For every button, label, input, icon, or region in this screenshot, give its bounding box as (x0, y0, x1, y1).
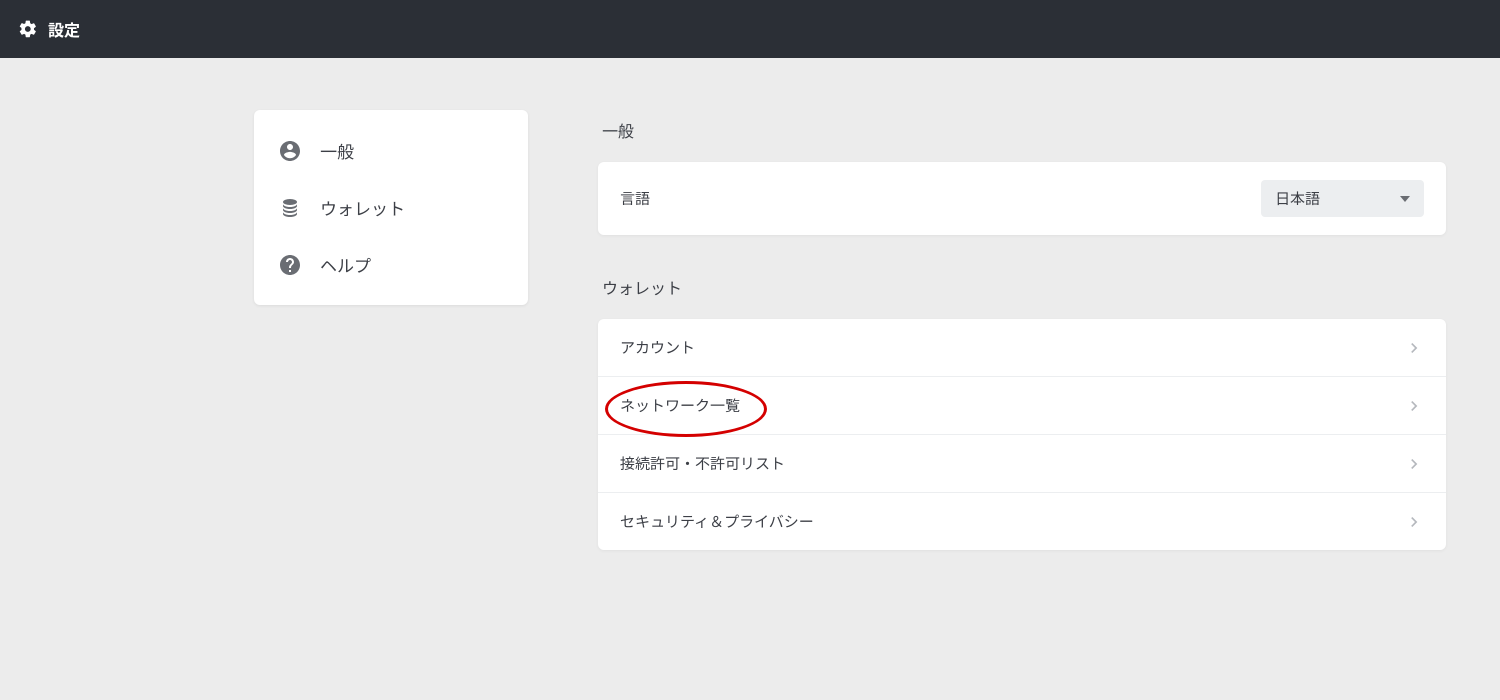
wallet-card: アカウント ネットワーク一覧 接続許可・不許可リスト セキュリティ＆プライバシー (598, 319, 1446, 550)
sidebar-item-label: ヘルプ (320, 252, 371, 277)
stack-icon (278, 196, 302, 220)
wallet-row-security[interactable]: セキュリティ＆プライバシー (598, 493, 1446, 550)
language-label: 言語 (620, 188, 650, 209)
chevron-right-icon (1404, 338, 1424, 358)
main-panel: 一般 言語 日本語 ウォレット アカウント ネットワーク一覧 接続 (598, 110, 1446, 590)
row-label: アカウント (620, 337, 695, 358)
sidebar-item-help[interactable]: ヘルプ (254, 236, 528, 293)
content-area: 一般 ウォレット ヘルプ 一般 言語 日本語 ウォレット アカウント (0, 58, 1500, 590)
wallet-row-networks[interactable]: ネットワーク一覧 (598, 377, 1446, 435)
sidebar-item-general[interactable]: 一般 (254, 122, 528, 179)
language-row: 言語 日本語 (598, 162, 1446, 235)
sidebar-item-label: ウォレット (320, 195, 405, 220)
user-circle-icon (278, 139, 302, 163)
page-title: 設定 (48, 17, 80, 41)
chevron-right-icon (1404, 454, 1424, 474)
row-label: 接続許可・不許可リスト (620, 453, 785, 474)
language-dropdown-value: 日本語 (1275, 188, 1320, 209)
chevron-right-icon (1404, 396, 1424, 416)
section-title-general: 一般 (602, 118, 1446, 142)
sidebar-item-label: 一般 (320, 138, 354, 163)
gear-icon (18, 19, 38, 39)
sidebar-item-wallet[interactable]: ウォレット (254, 179, 528, 236)
general-card: 言語 日本語 (598, 162, 1446, 235)
wallet-row-account[interactable]: アカウント (598, 319, 1446, 377)
wallet-row-permissions[interactable]: 接続許可・不許可リスト (598, 435, 1446, 493)
chevron-down-icon (1400, 196, 1410, 202)
language-dropdown[interactable]: 日本語 (1261, 180, 1424, 217)
chevron-right-icon (1404, 512, 1424, 532)
row-label: ネットワーク一覧 (620, 395, 740, 416)
row-label: セキュリティ＆プライバシー (620, 511, 814, 532)
help-circle-icon (278, 253, 302, 277)
section-title-wallet: ウォレット (602, 275, 1446, 299)
sidebar: 一般 ウォレット ヘルプ (254, 110, 528, 305)
app-header: 設定 (0, 0, 1500, 58)
